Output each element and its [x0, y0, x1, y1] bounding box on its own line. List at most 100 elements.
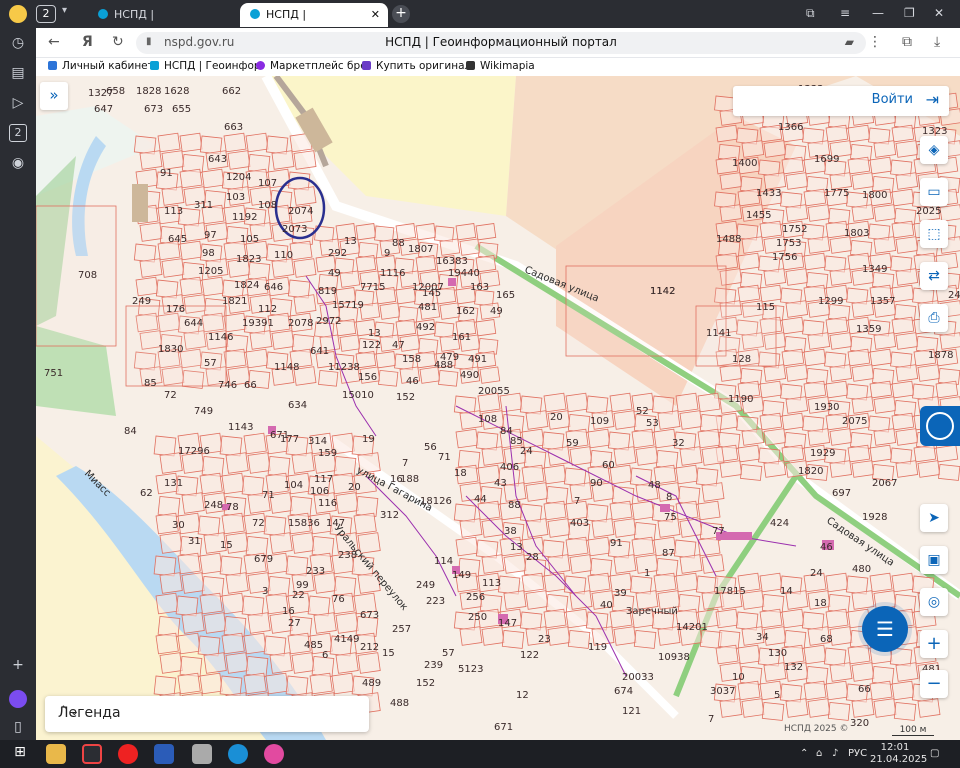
volume-icon[interactable]: ♪ — [832, 748, 838, 759]
navigate-icon[interactable]: ➤ — [920, 504, 948, 532]
more-icon[interactable]: ⋮ — [868, 34, 882, 50]
parcel-number[interactable]: 20 — [550, 412, 563, 423]
parcel-number[interactable]: 28 — [526, 552, 539, 563]
parcel-number[interactable]: 9 — [384, 248, 390, 259]
parcel-number[interactable]: 647 — [94, 104, 113, 115]
parcel-number[interactable]: 1800 — [862, 190, 887, 201]
side-panel-tab[interactable] — [920, 406, 960, 446]
parcel-number[interactable]: 645 — [168, 234, 187, 245]
print-icon[interactable]: ⎙ — [920, 304, 948, 332]
parcel-number[interactable]: 103 — [226, 192, 245, 203]
parcel-number[interactable]: 746 — [218, 380, 237, 391]
parcel-number[interactable]: 2075 — [842, 416, 867, 427]
parcel-number[interactable]: 1803 — [844, 228, 869, 239]
parcel-number[interactable]: 257 — [392, 624, 411, 635]
parcel-number[interactable]: 292 — [328, 248, 347, 259]
parcel-number[interactable]: 47 — [392, 340, 405, 351]
parcel-number[interactable]: 7 — [402, 458, 408, 469]
parcel-number[interactable]: 1205 — [198, 266, 223, 277]
parcel-number[interactable]: 108 — [478, 414, 497, 425]
menu-icon[interactable]: ≡ — [840, 6, 850, 20]
parcel-number[interactable]: 131 — [164, 478, 183, 489]
parcel-number[interactable]: 20 — [348, 482, 361, 493]
parcel-number[interactable]: 1142 — [650, 286, 675, 297]
parcel-number[interactable]: 152 — [396, 392, 415, 403]
parcel-number[interactable]: 17815 — [714, 586, 746, 597]
parcel-number[interactable]: 162 — [456, 306, 475, 317]
parcel-number[interactable]: 23 — [538, 634, 551, 645]
collections-icon[interactable]: ▤ — [9, 64, 27, 82]
parcel-number[interactable]: 406 — [500, 462, 519, 473]
zoom-in-button[interactable]: + — [920, 630, 948, 658]
parcel-number[interactable]: 156 — [358, 372, 377, 383]
parcel-number[interactable]: 11238 — [328, 362, 360, 373]
parcel-number[interactable]: 84 — [124, 426, 137, 437]
reload-icon[interactable]: ↻ — [112, 34, 124, 50]
parcel-number[interactable]: 491 — [468, 354, 487, 365]
close-tab-icon[interactable]: ✕ — [371, 3, 380, 27]
parcel-number[interactable]: 1146 — [208, 332, 233, 343]
parcel-number[interactable]: 1699 — [814, 154, 839, 165]
parcel-number[interactable]: 1143 — [228, 422, 253, 433]
parcel-number[interactable]: 98 — [202, 248, 215, 259]
new-tab-button[interactable]: + — [392, 5, 410, 23]
windows-start-icon[interactable]: ⊞ — [10, 744, 30, 764]
parcel-number[interactable]: 122 — [520, 650, 539, 661]
parcel-number[interactable]: 1823 — [236, 254, 261, 265]
sidebar-toggle-icon[interactable]: ▯ — [9, 718, 27, 736]
parcel-number[interactable]: 72 — [164, 390, 177, 401]
parcel-number[interactable]: 117 — [314, 474, 333, 485]
map-canvas[interactable]: 1327658 1828 1628 662647 673 65566364391 12041… — [36, 76, 960, 740]
parcel-number[interactable]: 13 — [344, 236, 357, 247]
bookmark-item[interactable]: Купить оригинал — [362, 60, 471, 72]
parcel-number[interactable]: 31 — [188, 536, 201, 547]
parcel-number[interactable]: 75 — [664, 512, 677, 523]
parcel-number[interactable]: 2074 — [288, 206, 313, 217]
parcel-number[interactable]: 751 — [44, 368, 63, 379]
parcel-number[interactable]: 3037 — [710, 686, 735, 697]
parcel-number[interactable]: 14201 — [676, 622, 708, 633]
parcel-number[interactable]: 85 — [144, 378, 157, 389]
parcel-number[interactable]: 6 — [322, 650, 328, 661]
parcel-number[interactable]: 46 — [406, 376, 419, 387]
tray-chevron-icon[interactable]: ⌃ — [800, 748, 808, 759]
parcel-number[interactable]: 24 — [810, 568, 823, 579]
parcel-number[interactable]: 1204 — [226, 172, 251, 183]
parcel-number[interactable]: 109 — [590, 416, 609, 427]
parcel-number[interactable]: 697 — [832, 488, 851, 499]
parcel-number[interactable]: 38 — [504, 526, 517, 537]
parcel-number[interactable]: 19440 — [448, 268, 480, 279]
parcel-number[interactable]: 674 — [614, 686, 633, 697]
parcel-number[interactable]: 27 — [288, 618, 301, 629]
history-icon[interactable]: ◷ — [9, 34, 27, 52]
parcel-number[interactable]: 2025 — [916, 206, 941, 217]
parcel-number[interactable]: 24 — [520, 446, 533, 457]
parcel-number[interactable]: 1928 — [862, 512, 887, 523]
parcel-number[interactable]: 1628 — [164, 86, 189, 97]
parcel-number[interactable]: 149 — [452, 570, 471, 581]
parcel-number[interactable]: 314 — [308, 436, 327, 447]
parcel-number[interactable]: 679 — [254, 554, 273, 565]
parcel-number[interactable]: 662 — [222, 86, 241, 97]
browser-logo-icon[interactable] — [9, 5, 27, 23]
parcel-number[interactable]: 248 — [204, 500, 223, 511]
parcel-number[interactable]: 1820 — [798, 466, 823, 477]
parcel-number[interactable]: 634 — [288, 400, 307, 411]
parcel-number[interactable]: 121 — [622, 706, 641, 717]
parcel-number[interactable]: 159 — [318, 448, 337, 459]
parcel-number[interactable]: 7715 — [360, 282, 385, 293]
legend-dropdown[interactable]: Легенда ⌃⌄ — [45, 696, 369, 732]
parcel-number[interactable]: 4149 — [334, 634, 359, 645]
parcel-number[interactable]: 112 — [258, 304, 277, 315]
parcel-number[interactable]: 485 — [304, 640, 323, 651]
parcel-number[interactable]: 14 — [780, 586, 793, 597]
word-icon[interactable] — [154, 744, 174, 764]
bookmark-item[interactable]: НСПД | Геоинфор — [150, 60, 261, 72]
parcel-number[interactable]: 2067 — [872, 478, 897, 489]
parcel-number[interactable]: 49 — [490, 306, 503, 317]
parcel-number[interactable]: 1116 — [380, 268, 405, 279]
bookmark-item[interactable]: Маркетплейс бре — [256, 60, 367, 72]
restore-icon[interactable]: ❐ — [904, 6, 915, 20]
parcel-number[interactable]: 57 — [442, 648, 455, 659]
parcel-number[interactable]: 488 — [434, 360, 453, 371]
